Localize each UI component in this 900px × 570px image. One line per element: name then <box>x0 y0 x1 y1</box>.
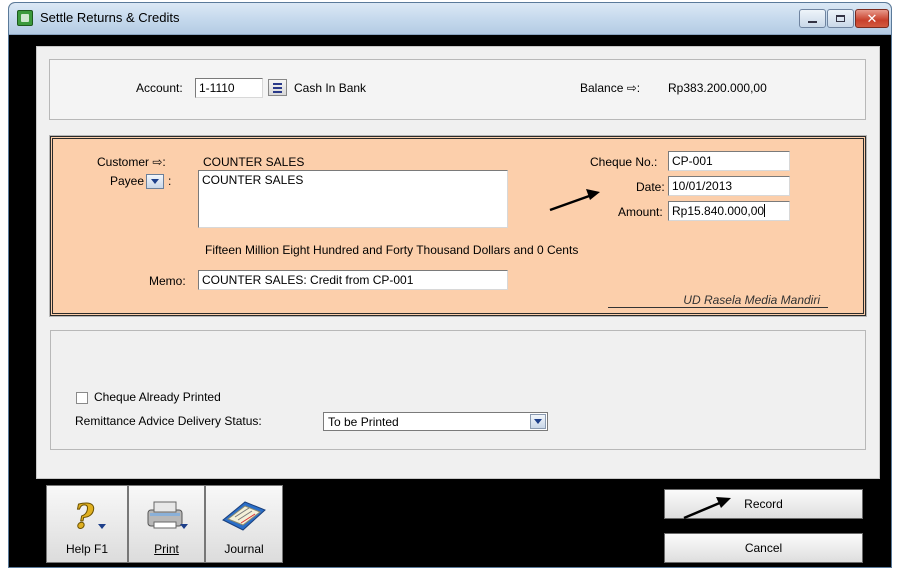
payee-dropdown-button[interactable] <box>146 174 164 189</box>
balance-label: Balance ⇨: <box>580 81 641 95</box>
remittance-status-label: Remittance Advice Delivery Status: <box>75 414 262 428</box>
settle-returns-window: Settle Returns & Credits ✕ Account: 1-11… <box>8 2 892 568</box>
balance-value: Rp383.200.000,00 <box>668 81 767 95</box>
cheque-number-label: Cheque No.: <box>590 155 658 169</box>
memo-field[interactable]: COUNTER SALES: Credit from CP-001 <box>198 270 508 290</box>
chevron-down-icon <box>151 179 159 184</box>
account-number-field[interactable]: 1-1110 <box>195 78 263 98</box>
close-icon: ✕ <box>866 10 878 26</box>
cancel-button[interactable]: Cancel <box>664 533 863 563</box>
form-content: Account: 1-1110 Cash In Bank Balance ⇨: … <box>36 46 880 479</box>
maximize-icon <box>836 15 845 22</box>
printer-icon <box>142 494 192 536</box>
journal-icon <box>219 494 269 536</box>
select-arrow-button[interactable] <box>530 414 546 429</box>
payee-label: Payee <box>110 174 145 188</box>
journal-button[interactable]: Journal <box>205 485 283 563</box>
close-button[interactable]: ✕ <box>855 9 889 28</box>
help-icon: ? <box>62 494 112 538</box>
app-icon <box>17 10 33 26</box>
text-caret <box>764 204 766 217</box>
date-field[interactable]: 10/01/2013 <box>668 176 790 196</box>
remittance-status-select[interactable]: To be Printed <box>323 412 548 431</box>
customer-value: COUNTER SALES <box>203 155 305 169</box>
amount-value: Rp15.840.000,00 <box>672 204 765 218</box>
amount-field[interactable]: Rp15.840.000,00 <box>668 201 790 221</box>
print-label: Print <box>154 542 179 556</box>
cheque-printed-label: Cheque Already Printed <box>94 390 221 404</box>
company-signature: UD Rasela Media Mandiri <box>608 293 828 308</box>
maximize-button[interactable] <box>827 9 854 28</box>
amount-in-words: Fifteen Million Eight Hundred and Forty … <box>205 243 579 257</box>
account-label: Account: <box>136 81 183 95</box>
cheque-printed-checkbox[interactable] <box>76 392 88 404</box>
help-label: Help F1 <box>65 542 109 556</box>
memo-label: Memo: <box>149 274 186 288</box>
record-button[interactable]: Record <box>664 489 863 519</box>
print-options-panel: Cheque Already Printed Remittance Advice… <box>50 330 866 450</box>
chevron-down-icon <box>534 419 542 424</box>
svg-text:?: ? <box>74 497 95 536</box>
help-button[interactable]: ? Help F1 <box>46 485 128 563</box>
journal-label: Journal <box>224 542 264 556</box>
cancel-label: Cancel <box>744 541 783 555</box>
account-list-button[interactable] <box>268 79 287 96</box>
account-name: Cash In Bank <box>294 81 367 95</box>
amount-label: Amount: <box>618 205 663 219</box>
minimize-icon <box>808 20 817 23</box>
record-label: Record <box>744 497 783 511</box>
account-panel: Account: 1-1110 Cash In Bank Balance ⇨: … <box>49 59 866 120</box>
print-button[interactable]: Print <box>128 485 205 563</box>
customer-label: Customer ⇨: <box>97 155 166 169</box>
remittance-status-value: To be Printed <box>328 415 399 429</box>
date-label: Date: <box>636 180 665 194</box>
title-bar: Settle Returns & Credits ✕ <box>9 3 891 35</box>
window-title: Settle Returns & Credits <box>40 10 180 25</box>
payee-address-field[interactable]: COUNTER SALES <box>198 170 508 228</box>
minimize-button[interactable] <box>799 9 826 28</box>
cheque-details-panel: Customer ⇨: COUNTER SALES Payee : COUNTE… <box>49 135 867 317</box>
payee-colon: : <box>168 174 172 188</box>
cheque-number-field[interactable]: CP-001 <box>668 151 790 171</box>
